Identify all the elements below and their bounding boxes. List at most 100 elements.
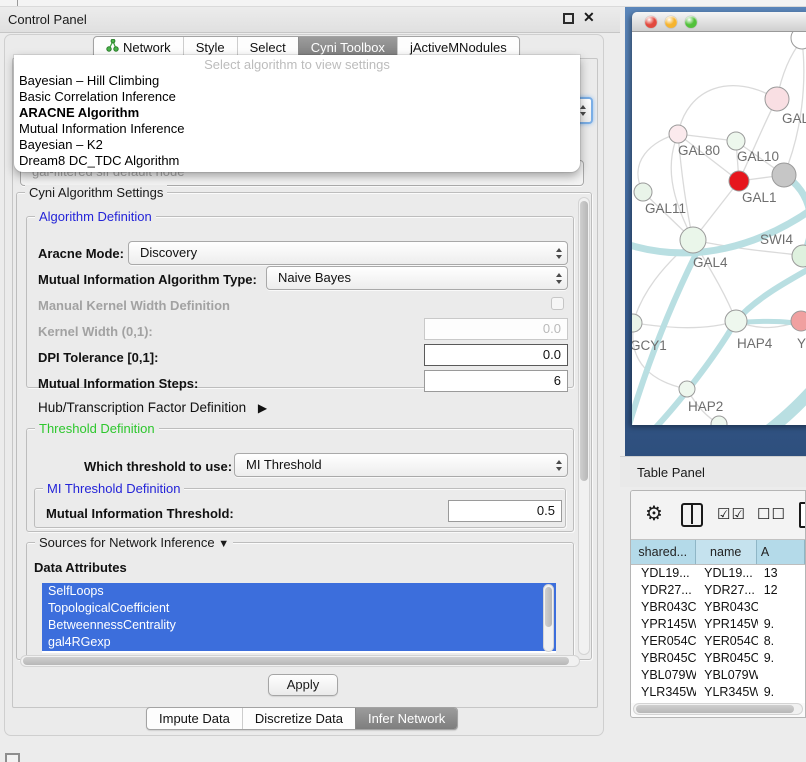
window-zoom-icon[interactable] bbox=[685, 16, 697, 28]
apply-button[interactable]: Apply bbox=[268, 674, 338, 696]
attribute-item[interactable]: SelfLoops bbox=[42, 583, 556, 600]
hub-section-header[interactable]: Hub/Transcription Factor Definition ▶ bbox=[38, 400, 267, 415]
network-edge-thick[interactable] bbox=[764, 377, 806, 425]
control-panel-titlebar: Control Panel bbox=[0, 7, 620, 33]
network-canvas[interactable]: GALGAL80GAL10GAL1GAL11GAL4SWI4GCY1HAP4YH… bbox=[632, 32, 806, 425]
table-panel-title: Table Panel bbox=[637, 465, 705, 480]
table-cell bbox=[758, 599, 805, 616]
network-edge[interactable] bbox=[784, 40, 804, 175]
algorithm-option[interactable]: Mutual Information Inference bbox=[14, 121, 580, 137]
table-toolbar: ⚙ ☑☑ ☐☐ bbox=[631, 491, 805, 539]
app-top-edge bbox=[0, 0, 806, 7]
settings-hscrollbar[interactable] bbox=[20, 655, 580, 667]
algorithm-option[interactable]: Dream8 DC_TDC Algorithm bbox=[14, 153, 580, 169]
table-row[interactable]: YER054CYER054C8. bbox=[631, 633, 805, 650]
gear-icon[interactable]: ⚙ bbox=[645, 501, 663, 526]
table-row[interactable]: YDL19...YDL19...13 bbox=[631, 565, 805, 582]
table-cell: YDL19... bbox=[631, 565, 696, 582]
top-divider-tick bbox=[17, 0, 18, 6]
table-hscrollbar[interactable] bbox=[633, 703, 803, 715]
column-header-shared-name[interactable]: shared... bbox=[631, 540, 696, 564]
settings-vscrollbar[interactable] bbox=[578, 197, 590, 655]
algorithm-list: Bayesian – Hill ClimbingBasic Correlatio… bbox=[14, 73, 580, 169]
network-edge[interactable] bbox=[678, 86, 777, 134]
algorithm-option[interactable]: Bayesian – K2 bbox=[14, 137, 580, 153]
table-cell: YBL079W bbox=[696, 667, 758, 684]
expanded-arrow-icon: ▼ bbox=[218, 538, 229, 550]
attribute-item[interactable]: TopologicalCoefficient bbox=[42, 600, 556, 617]
collapsed-arrow-icon: ▶ bbox=[258, 401, 267, 415]
node-label: GAL4 bbox=[693, 255, 728, 270]
aracne-mode-value: Discovery bbox=[140, 245, 197, 260]
network-node[interactable] bbox=[791, 32, 806, 49]
attribute-item[interactable]: gal4RGexp bbox=[42, 634, 556, 651]
network-node-gal4[interactable] bbox=[680, 227, 706, 253]
close-panel-icon[interactable]: ✕ bbox=[583, 9, 595, 26]
deselect-all-checks-icon[interactable]: ☐☐ bbox=[757, 505, 786, 523]
column-header-third[interactable]: A bbox=[757, 540, 805, 564]
mi-steps-field[interactable]: 6 bbox=[424, 370, 568, 392]
columns-icon[interactable] bbox=[681, 503, 703, 527]
table-row[interactable]: YBR043CYBR043C bbox=[631, 599, 805, 616]
window-close-icon[interactable] bbox=[645, 16, 657, 28]
sources-title[interactable]: Sources for Network Inference ▼ bbox=[35, 535, 233, 550]
table-row[interactable]: YBR045CYBR045C9. bbox=[631, 650, 805, 667]
mi-algorithm-type-value: Naive Bayes bbox=[278, 270, 351, 285]
kernel-width-field[interactable]: 0.0 bbox=[424, 318, 568, 340]
network-node[interactable] bbox=[711, 416, 727, 425]
aracne-mode-combo[interactable]: Discovery bbox=[128, 241, 568, 265]
attributes-vscrollbar[interactable] bbox=[543, 584, 554, 652]
tab-impute-data[interactable]: Impute Data bbox=[147, 708, 242, 729]
node-label: GAL bbox=[782, 111, 806, 126]
window-minimize-icon[interactable] bbox=[665, 16, 677, 28]
table-cell: YER054C bbox=[696, 633, 758, 650]
combo-spinner-icon bbox=[550, 267, 567, 289]
mi-threshold-field[interactable]: 0.5 bbox=[448, 500, 562, 522]
network-node-gal11[interactable] bbox=[634, 183, 652, 201]
manual-kernel-checkbox[interactable] bbox=[551, 297, 564, 310]
mi-threshold-label: Mutual Information Threshold: bbox=[46, 506, 234, 521]
mi-algorithm-type-combo[interactable]: Naive Bayes bbox=[266, 266, 568, 290]
algorithm-option[interactable]: Bayesian – Hill Climbing bbox=[14, 73, 580, 89]
tab-infer-network[interactable]: Infer Network bbox=[355, 708, 457, 729]
tab-discretize-data[interactable]: Discretize Data bbox=[242, 708, 355, 729]
network-window-titlebar bbox=[632, 12, 806, 32]
network-node-swi4[interactable] bbox=[792, 245, 806, 267]
table-cell: YDR27... bbox=[696, 582, 758, 599]
network-node[interactable] bbox=[772, 163, 796, 187]
network-node-gal[interactable] bbox=[765, 87, 789, 111]
minimized-panel-icon[interactable] bbox=[5, 753, 20, 762]
document-icon[interactable] bbox=[799, 502, 806, 528]
node-label: GCY1 bbox=[632, 338, 667, 353]
table-row[interactable]: YPR145WYPR145W9. bbox=[631, 616, 805, 633]
algorithm-option[interactable]: ARACNE Algorithm bbox=[14, 105, 580, 121]
table-cell: 12 bbox=[758, 582, 805, 599]
data-attributes-list[interactable]: SelfLoopsTopologicalCoefficientBetweenne… bbox=[42, 583, 556, 653]
table-row[interactable]: YDR27...YDR27...12 bbox=[631, 582, 805, 599]
network-node-hap4[interactable] bbox=[725, 310, 747, 332]
algorithm-definition-title: Algorithm Definition bbox=[35, 209, 156, 224]
column-header-name[interactable]: name bbox=[696, 540, 757, 564]
combo-spinner-icon bbox=[550, 242, 567, 264]
which-threshold-combo[interactable]: MI Threshold bbox=[234, 453, 568, 477]
network-node-y[interactable] bbox=[791, 311, 806, 331]
table-row[interactable]: YBL079WYBL079W bbox=[631, 667, 805, 684]
table-cell: 9. bbox=[758, 650, 805, 667]
network-edge[interactable] bbox=[633, 321, 736, 328]
node-label: GAL11 bbox=[645, 201, 686, 216]
network-node-gal10[interactable] bbox=[727, 132, 745, 150]
network-node-gal80[interactable] bbox=[669, 125, 687, 143]
table-cell bbox=[758, 667, 805, 684]
select-all-checks-icon[interactable]: ☑☑ bbox=[717, 505, 746, 523]
network-node-gal1[interactable] bbox=[729, 171, 749, 191]
dpi-tolerance-field[interactable]: 0.0 bbox=[424, 344, 568, 366]
algorithm-option[interactable]: Basic Correlation Inference bbox=[14, 89, 580, 105]
network-node-gcy1[interactable] bbox=[632, 314, 642, 332]
control-panel-title: Control Panel bbox=[8, 12, 87, 27]
attribute-item[interactable]: BetweennessCentrality bbox=[42, 617, 556, 634]
float-panel-icon[interactable] bbox=[563, 13, 574, 24]
network-node-hap2[interactable] bbox=[679, 381, 695, 397]
node-label: SWI4 bbox=[760, 232, 793, 247]
cyni-settings-title: Cyni Algorithm Settings bbox=[25, 185, 167, 200]
table-row[interactable]: YLR345WYLR345W9. bbox=[631, 684, 805, 701]
